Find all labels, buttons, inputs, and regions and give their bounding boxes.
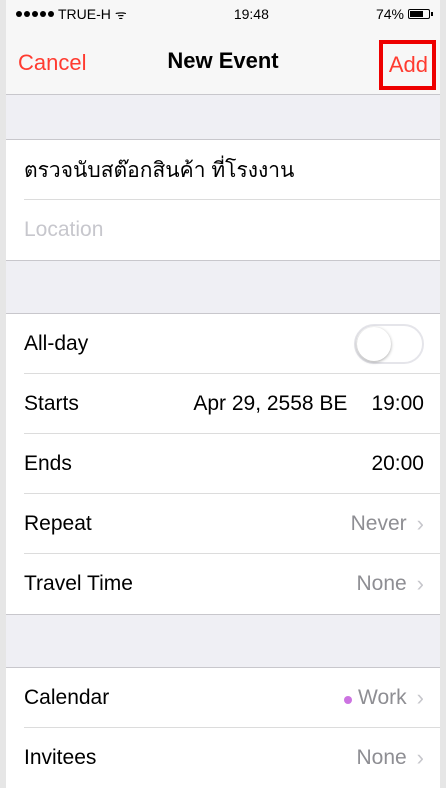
starts-time: 19:00 xyxy=(371,392,424,415)
cancel-button[interactable]: Cancel xyxy=(18,50,86,76)
navigation-bar: Cancel New Event Add xyxy=(6,28,440,95)
calendar-row[interactable]: Calendar Work › xyxy=(6,668,440,728)
section-spacer xyxy=(6,95,440,140)
invitees-row[interactable]: Invitees None › xyxy=(6,728,440,788)
status-bar: TRUE-H ᯤ 19:48 74% xyxy=(6,0,440,28)
section-spacer xyxy=(6,261,440,314)
repeat-row[interactable]: Repeat Never › xyxy=(6,494,440,554)
status-time: 19:48 xyxy=(233,6,269,22)
calendar-group: Calendar Work › Invitees None › xyxy=(6,668,440,788)
repeat-label: Repeat xyxy=(24,512,92,535)
travel-time-row[interactable]: Travel Time None › xyxy=(6,554,440,614)
starts-row[interactable]: Starts Apr 29, 2558 BE 19:00 xyxy=(6,374,440,434)
location-placeholder: Location xyxy=(24,218,104,241)
calendar-value: Work xyxy=(358,686,407,709)
repeat-value-group: Never › xyxy=(351,511,424,537)
ends-time: 20:00 xyxy=(371,452,424,475)
add-button[interactable]: Add xyxy=(378,40,436,90)
chevron-right-icon: › xyxy=(416,571,424,596)
invitees-value: None xyxy=(356,746,407,769)
page-title: New Event xyxy=(167,48,279,73)
chevron-right-icon: › xyxy=(416,685,424,710)
allday-label: All-day xyxy=(24,332,89,355)
repeat-value: Never xyxy=(350,512,407,535)
event-details-group: ตรวจนับสต๊อกสินค้า ที่โรงงาน Location xyxy=(6,140,440,261)
travel-time-value: None xyxy=(356,572,407,595)
starts-value: Apr 29, 2558 BE 19:00 xyxy=(193,392,424,416)
starts-date: Apr 29, 2558 BE xyxy=(193,392,348,415)
wifi-icon: ᯤ xyxy=(114,7,127,22)
calendar-value-group: Work › xyxy=(344,685,424,711)
event-title-field[interactable]: ตรวจนับสต๊อกสินค้า ที่โรงงาน xyxy=(6,140,440,200)
battery-percent: 74% xyxy=(375,6,404,22)
carrier-label: TRUE-H xyxy=(58,6,111,22)
invitees-label: Invitees xyxy=(24,746,97,769)
invitees-value-group: None › xyxy=(356,745,424,771)
allday-row: All-day xyxy=(6,314,440,374)
event-title-value: ตรวจนับสต๊อกสินค้า ที่โรงงาน xyxy=(24,158,295,182)
travel-time-label: Travel Time xyxy=(24,572,133,595)
toggle-knob xyxy=(357,327,391,361)
calendar-label: Calendar xyxy=(24,686,110,709)
travel-value-group: None › xyxy=(356,571,424,597)
signal-dots-icon xyxy=(16,11,54,17)
iphone-screen: TRUE-H ᯤ 19:48 74% Cancel New Event Add … xyxy=(0,0,446,788)
ends-row[interactable]: Ends 20:00 xyxy=(6,434,440,494)
ends-label: Ends xyxy=(24,452,72,475)
allday-toggle[interactable] xyxy=(354,324,424,364)
calendar-color-dot xyxy=(344,696,353,704)
section-spacer xyxy=(6,615,440,668)
status-left: TRUE-H ᯤ xyxy=(16,5,127,23)
schedule-group: All-day Starts Apr 29, 2558 BE 19:00 End… xyxy=(6,314,440,615)
calendar-value-wrap: Work xyxy=(344,686,407,710)
battery-icon xyxy=(408,9,433,19)
chevron-right-icon: › xyxy=(416,511,424,536)
chevron-right-icon: › xyxy=(416,745,424,770)
location-field[interactable]: Location xyxy=(6,200,440,260)
status-right: 74% xyxy=(375,6,433,22)
starts-label: Starts xyxy=(24,392,79,415)
